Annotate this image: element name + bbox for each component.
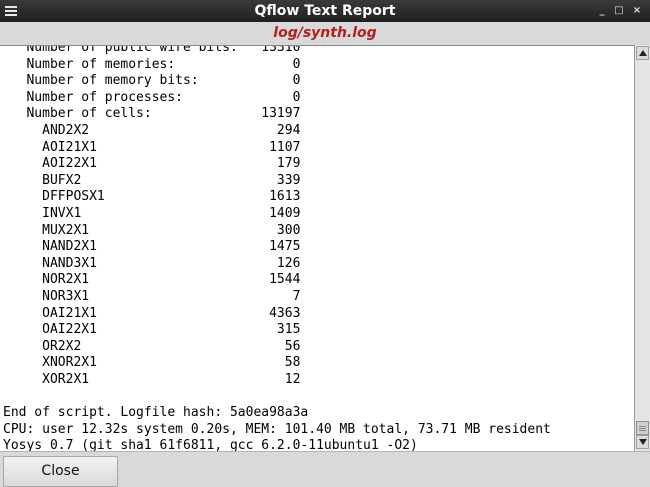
log-line: MUX2X1 300 xyxy=(3,222,301,238)
log-line: BUFX2 339 xyxy=(3,172,301,188)
log-line: NAND3X1 126 xyxy=(3,255,301,271)
log-line: DFFPOSX1 1613 xyxy=(3,189,301,205)
file-name: log/synth.log xyxy=(273,25,377,41)
log-line: AOI21X1 1107 xyxy=(3,139,301,155)
scrollbar-thumb[interactable] xyxy=(636,421,649,435)
log-line: NOR3X1 7 xyxy=(3,288,301,304)
log-line: Number of processes: 0 xyxy=(3,89,301,105)
close-button[interactable]: Close xyxy=(3,456,118,487)
arrow-down-icon xyxy=(639,439,647,445)
vertical-scrollbar[interactable] xyxy=(634,45,650,451)
title-bar[interactable]: Qflow Text Report _ □ × xyxy=(0,0,650,22)
log-lines: Number of public wire bits: 13310 Number… xyxy=(3,45,551,452)
log-line: OAI22X1 315 xyxy=(3,322,301,338)
report-window: Qflow Text Report _ □ × log/synth.log Nu… xyxy=(0,0,650,487)
log-line: Number of cells: 13197 xyxy=(3,106,301,122)
minimize-icon[interactable]: _ xyxy=(595,3,609,19)
close-window-icon[interactable]: × xyxy=(630,3,644,19)
log-line: Number of public wire bits: 13310 xyxy=(3,45,301,55)
log-line: Number of memory bits: 0 xyxy=(3,73,301,89)
button-bar: Close xyxy=(0,451,650,487)
log-line: OR2X2 56 xyxy=(3,338,301,354)
scroll-down-button[interactable] xyxy=(636,435,649,449)
file-header: log/synth.log xyxy=(0,22,650,45)
log-line: AND2X2 294 xyxy=(3,122,301,138)
maximize-icon[interactable]: □ xyxy=(612,3,626,19)
log-line: XNOR2X1 58 xyxy=(3,355,301,371)
arrow-up-icon xyxy=(639,50,647,56)
log-line: XOR2X1 12 xyxy=(3,371,301,387)
log-line: NOR2X1 1544 xyxy=(3,272,301,288)
log-line: CPU: user 12.32s system 0.20s, MEM: 101.… xyxy=(3,421,551,437)
log-line: AOI22X1 179 xyxy=(3,156,301,172)
scroll-up-button[interactable] xyxy=(636,46,649,60)
log-line: INVX1 1409 xyxy=(3,205,301,221)
log-line: OAI21X1 4363 xyxy=(3,305,301,321)
log-line: Number of memories: 0 xyxy=(3,56,301,72)
log-line: NAND2X1 1475 xyxy=(3,239,301,255)
log-line: Yosys 0.7 (git sha1 61f6811, gcc 6.2.0-1… xyxy=(3,438,418,452)
log-line: End of script. Logfile hash: 5a0ea98a3a xyxy=(3,405,309,421)
window-title: Qflow Text Report xyxy=(254,3,396,19)
log-text-area[interactable]: Number of public wire bits: 13310 Number… xyxy=(0,45,634,452)
